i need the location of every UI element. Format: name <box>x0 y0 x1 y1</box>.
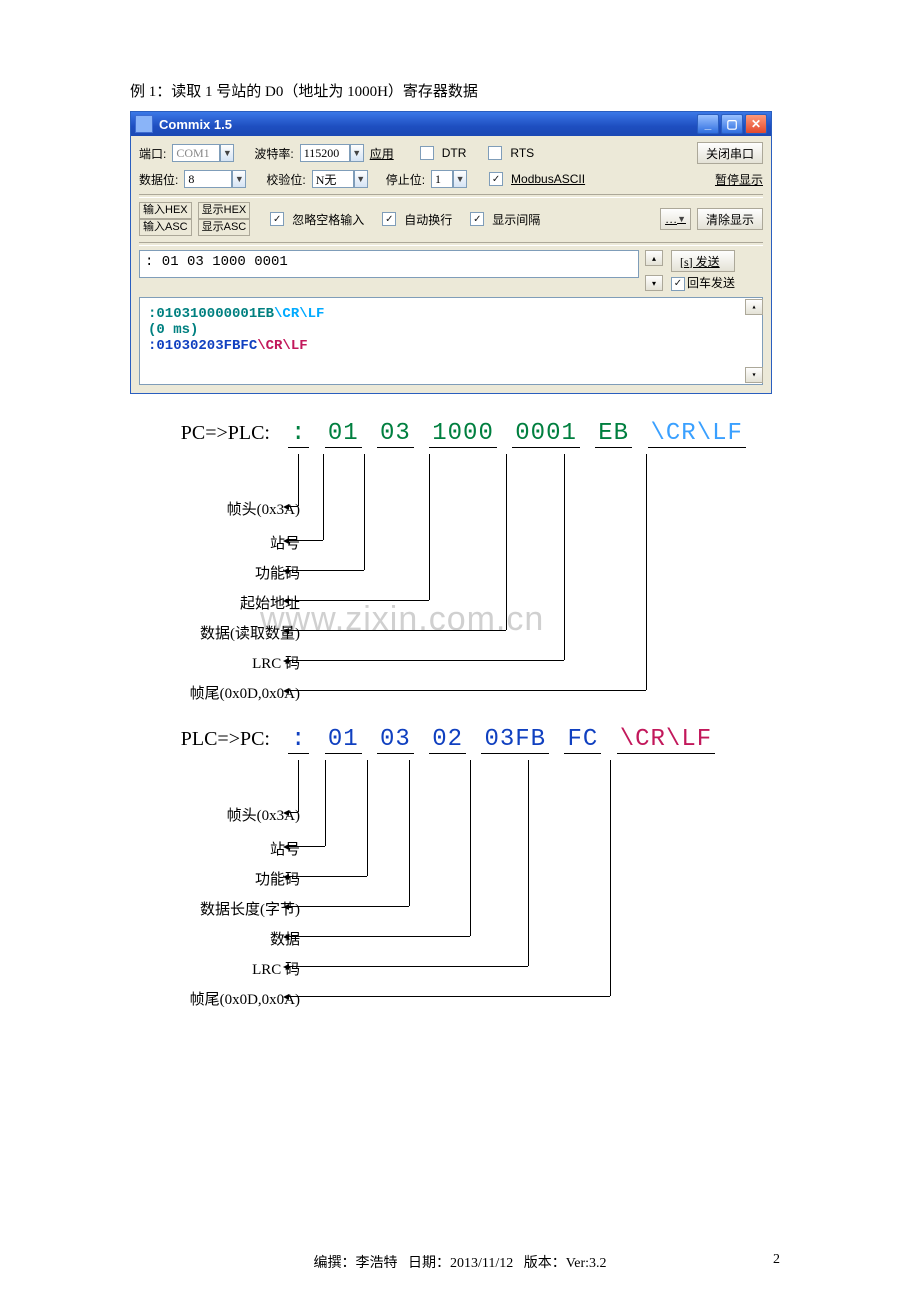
input-mode-toggle[interactable]: 输入HEX输入ASC <box>139 202 192 236</box>
chevron-down-icon[interactable]: ▼ <box>354 170 368 188</box>
page-number: 2 <box>773 1252 780 1268</box>
seg-lrc: EB <box>595 420 632 448</box>
seg-qty: 0001 <box>512 420 580 448</box>
seg-frame-head: : <box>288 726 309 754</box>
crlf-label: \CR\LF <box>257 338 307 354</box>
scrollbar[interactable]: ▴▾ <box>645 250 661 291</box>
close-button[interactable]: ✕ <box>745 114 767 134</box>
footer-date: 日期：2013/11/12 <box>408 1256 513 1271</box>
seg-tail: \CR\LF <box>648 420 746 448</box>
dtr-label: DTR <box>442 146 467 160</box>
showgap-label: 显示间隔 <box>492 211 540 228</box>
scroll-down-icon[interactable]: ▾ <box>645 275 663 291</box>
modbus-label[interactable]: ModbusASCII <box>511 172 585 186</box>
request-diagram: PC=>PLC: : 01 03 1000 0001 EB \CR\LF 帧头(… <box>130 420 790 686</box>
port-label: 端口: <box>139 145 166 162</box>
baud-label: 波特率: <box>254 145 293 162</box>
out-line-2: (0 ms) <box>148 322 754 338</box>
more-button[interactable]: … ▼ <box>660 208 691 230</box>
parity-select[interactable]: ▼ <box>312 170 368 188</box>
response-diagram: PLC=>PC: : 01 03 02 03FB FC \CR\LF 帧头(0x… <box>130 726 790 992</box>
chevron-down-icon[interactable]: ▼ <box>220 144 234 162</box>
example-title: 例 1：读取 1 号站的 D0（地址为 1000H）寄存器数据 <box>130 80 790 101</box>
autowrap-label: 自动换行 <box>404 211 452 228</box>
pause-link[interactable]: 暂停显示 <box>715 171 763 188</box>
dtr-checkbox[interactable] <box>420 146 434 160</box>
anno-frame-head: 帧头(0x3A) <box>227 498 300 519</box>
parity-label: 校验位: <box>266 171 305 188</box>
seg-station: 01 <box>325 726 362 754</box>
seg-len: 02 <box>429 726 466 754</box>
anno-func: 功能码 <box>255 868 300 889</box>
seg-data: 03FB <box>481 726 549 754</box>
footer-version: 版本：Ver:3.2 <box>524 1256 607 1271</box>
anno-frame-head: 帧头(0x3A) <box>227 804 300 825</box>
out-line-1: :010310000001EB <box>148 306 274 322</box>
app-icon <box>135 115 153 133</box>
chevron-down-icon[interactable]: ▼ <box>350 144 364 162</box>
modbus-checkbox[interactable]: ✓ <box>489 172 503 186</box>
scroll-up-icon[interactable]: ▴ <box>645 250 663 266</box>
send-input[interactable]: : 01 03 1000 0001 <box>139 250 639 278</box>
page-footer: 编撰：李浩特 日期：2013/11/12 版本：Ver:3.2 2 <box>0 1252 920 1272</box>
titlebar[interactable]: Commix 1.5 _ ▢ ✕ <box>131 112 771 136</box>
showgap-checkbox[interactable]: ✓ <box>470 212 484 226</box>
send-button[interactable]: [s] 发送 <box>671 250 735 272</box>
chevron-down-icon[interactable]: ▼ <box>232 170 246 188</box>
seg-station: 01 <box>325 420 362 448</box>
stopbits-label: 停止位: <box>386 171 425 188</box>
databits-label: 数据位: <box>139 171 178 188</box>
databits-select[interactable]: ▼ <box>184 170 246 188</box>
seg-addr: 1000 <box>429 420 497 448</box>
close-port-button[interactable]: 关闭串口 <box>697 142 763 164</box>
seg-func: 03 <box>377 420 414 448</box>
scroll-down-icon[interactable]: ▾ <box>745 367 763 383</box>
ignore-space-label: 忽略空格输入 <box>292 211 364 228</box>
ignore-space-checkbox[interactable]: ✓ <box>270 212 284 226</box>
anno-lrc: LRC 码 <box>252 652 300 673</box>
rts-checkbox[interactable] <box>488 146 502 160</box>
baud-select[interactable]: ▼ <box>300 144 364 162</box>
out-line-3: :01030203FBFC <box>148 338 257 354</box>
port-select[interactable]: ▼ <box>172 144 234 162</box>
direction-label: PC=>PLC: <box>130 422 288 445</box>
scroll-up-icon[interactable]: ▴ <box>745 299 763 315</box>
maximize-button[interactable]: ▢ <box>721 114 743 134</box>
seg-func: 03 <box>377 726 414 754</box>
direction-label: PLC=>PC: <box>130 728 288 751</box>
rts-label: RTS <box>510 146 534 160</box>
chevron-down-icon[interactable]: ▼ <box>453 170 467 188</box>
app-title: Commix 1.5 <box>159 117 232 132</box>
apply-link[interactable]: 应用 <box>370 145 394 162</box>
seg-lrc: FC <box>564 726 601 754</box>
display-mode-toggle[interactable]: 显示HEX显示ASC <box>198 202 251 236</box>
anno-lrc: LRC 码 <box>252 958 300 979</box>
clear-button[interactable]: 清除显示 <box>697 208 763 230</box>
app-window: Commix 1.5 _ ▢ ✕ 端口: ▼ 波特率: ▼ 应用 DTR RTS… <box>130 111 772 394</box>
crlf-label: \CR\LF <box>274 306 324 322</box>
enter-send-checkbox[interactable]: ✓ <box>671 277 685 291</box>
seg-frame-head: : <box>288 420 309 448</box>
autowrap-checkbox[interactable]: ✓ <box>382 212 396 226</box>
enter-send-label: 回车发送 <box>687 276 735 290</box>
minimize-button[interactable]: _ <box>697 114 719 134</box>
stopbits-select[interactable]: ▼ <box>431 170 467 188</box>
anno-addr: 起始地址 <box>240 592 300 613</box>
seg-tail: \CR\LF <box>617 726 715 754</box>
anno-func: 功能码 <box>255 562 300 583</box>
footer-author: 编撰：李浩特 <box>313 1256 397 1271</box>
output-box: :010310000001EB\CR\LF (0 ms) :01030203FB… <box>139 297 763 385</box>
